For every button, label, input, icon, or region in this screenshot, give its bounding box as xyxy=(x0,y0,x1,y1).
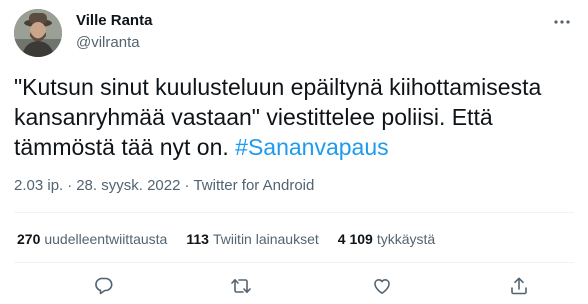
quotes-stat[interactable]: 113 Twiitin lainaukset xyxy=(186,229,318,249)
action-bar xyxy=(14,271,574,301)
like-icon[interactable] xyxy=(365,271,399,301)
tweet-stats: 270 uudelleentwiittausta 113 Twiitin lai… xyxy=(17,229,454,249)
likes-stat[interactable]: 4 109 tykkäystä xyxy=(338,229,435,249)
tweet-text: "Kutsun sinut kuulusteluun epäiltynä kii… xyxy=(14,72,574,162)
more-options-icon[interactable] xyxy=(550,10,574,34)
divider xyxy=(14,262,574,263)
retweet-icon[interactable] xyxy=(224,271,258,301)
quotes-count: 113 xyxy=(186,231,209,247)
quotes-label: Twiitin lainaukset xyxy=(212,231,319,247)
tweet-date[interactable]: 28. syysk. 2022 xyxy=(76,176,180,196)
tweet-card: Ville Ranta @vilranta "Kutsun sinut kuul… xyxy=(0,0,588,304)
author-handle[interactable]: @vilranta xyxy=(76,33,140,53)
retweets-stat[interactable]: 270 uudelleentwiittausta xyxy=(17,229,167,249)
meta-separator: · xyxy=(67,177,73,194)
tweet-meta: 2.03 ip. · 28. syysk. 2022 · Twitter for… xyxy=(14,176,314,196)
retweets-label: uudelleentwiittausta xyxy=(44,231,168,247)
tweet-source[interactable]: Twitter for Android xyxy=(193,176,314,196)
likes-label: tykkäystä xyxy=(376,231,436,247)
divider xyxy=(14,212,574,213)
reply-icon[interactable] xyxy=(87,271,121,301)
hashtag-link[interactable]: #Sananvapaus xyxy=(235,134,388,160)
author-name[interactable]: Ville Ranta xyxy=(76,11,152,31)
likes-count: 4 109 xyxy=(337,231,373,247)
share-icon[interactable] xyxy=(502,271,536,301)
meta-separator: · xyxy=(184,177,190,194)
tweet-time[interactable]: 2.03 ip. xyxy=(14,176,63,196)
retweets-count: 270 xyxy=(17,231,41,247)
avatar[interactable] xyxy=(14,9,62,57)
